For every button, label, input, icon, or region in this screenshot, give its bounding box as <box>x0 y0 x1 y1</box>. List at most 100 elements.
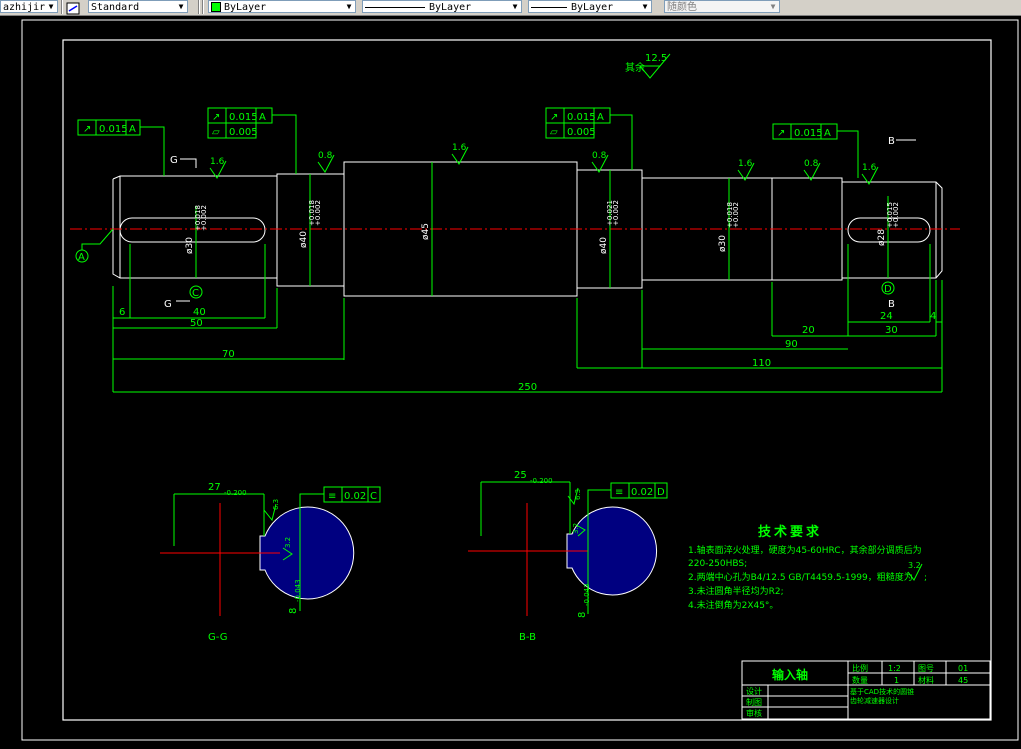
svg-text:B: B <box>888 136 895 147</box>
inner-border <box>62 39 992 721</box>
svg-text:0.02: 0.02 <box>344 491 366 502</box>
svg-text:3.2: 3.2 <box>572 523 580 534</box>
svg-text:↗: ↗ <box>777 128 785 139</box>
plot-style-select[interactable]: 随颜色 ▼ <box>664 0 780 13</box>
text-style-select[interactable]: azhijir ▼ <box>0 0 58 13</box>
svg-text:45: 45 <box>958 676 968 685</box>
svg-text:A: A <box>597 112 604 123</box>
title-block: 输入轴 比例 1:2 数量 1 图号 01 材料 45 设计 制图 审核 基于C… <box>741 660 991 720</box>
tolerance-frame: ↗ 0.015 A <box>77 119 165 176</box>
datum-a: A <box>75 228 114 263</box>
svg-text:C: C <box>192 288 199 299</box>
svg-text:比例: 比例 <box>852 663 868 673</box>
dim-style-select[interactable]: Standard ▼ <box>88 0 188 13</box>
svg-text:70: 70 <box>222 349 235 360</box>
svg-text:27: 27 <box>208 482 221 493</box>
svg-text:ø45: ø45 <box>421 223 431 240</box>
general-roughness-note: 其余 12.5 <box>625 53 671 79</box>
svg-text:ø40: ø40 <box>299 231 309 248</box>
svg-text:材料: 材料 <box>918 675 934 685</box>
svg-text:4: 4 <box>930 311 936 322</box>
svg-text:≡: ≡ <box>615 487 623 498</box>
svg-text:设计: 设计 <box>746 686 762 696</box>
chevron-down-icon: ▼ <box>346 2 352 11</box>
datum-c: C <box>189 285 203 299</box>
tolerance-frame: ↗ 0.015 A <box>772 123 859 178</box>
project-title: 基于CAD技术的圆锥齿轮减速器设计 <box>850 688 915 705</box>
svg-text:B: B <box>888 299 895 310</box>
chevron-down-icon: ▼ <box>770 2 776 11</box>
svg-text:-0.200: -0.200 <box>530 477 553 485</box>
svg-text:50: 50 <box>190 318 203 329</box>
svg-text:+0.002: +0.002 <box>314 200 322 226</box>
chevron-down-icon: ▼ <box>642 2 648 11</box>
toolbar-separator <box>202 0 204 14</box>
svg-text:1.6: 1.6 <box>452 143 467 153</box>
svg-text:2.两端中心孔为B4/12.5 GB/T4459.5-199: 2.两端中心孔为B4/12.5 GB/T4459.5-1999，粗糙度为 <box>688 571 913 583</box>
diameter-labels: ø30 ø40 ø45 ø40 ø30 ø28 <box>185 223 887 254</box>
svg-text:↗: ↗ <box>83 124 91 135</box>
svg-text:1.6: 1.6 <box>862 163 877 173</box>
svg-text:图号: 图号 <box>918 664 934 673</box>
svg-text:3.2: 3.2 <box>908 561 921 570</box>
svg-text:40: 40 <box>193 307 206 318</box>
svg-text:ø30: ø30 <box>718 235 728 252</box>
dimension-texts: 6 40 50 70 250 110 90 20 24 30 4 <box>119 307 936 393</box>
svg-text:+0.002: +0.002 <box>732 202 740 228</box>
color-select[interactable]: ByLayer ▼ <box>208 0 356 13</box>
svg-text:+0.002: +0.002 <box>892 202 900 228</box>
svg-text:25: 25 <box>514 470 527 481</box>
svg-text:1.6: 1.6 <box>738 159 753 169</box>
svg-text:6.3: 6.3 <box>272 499 280 510</box>
svg-text:A: A <box>824 128 831 139</box>
svg-text:250: 250 <box>518 382 537 393</box>
dim-style-icon[interactable] <box>66 0 80 15</box>
roughness-mark: 0.8 <box>591 151 609 173</box>
svg-text:3.2: 3.2 <box>284 537 292 548</box>
svg-text:▱: ▱ <box>550 127 558 138</box>
svg-text:-0.043: -0.043 <box>294 579 302 602</box>
svg-text:↗: ↗ <box>212 112 220 123</box>
svg-text:4.未注倒角为2X45°。: 4.未注倒角为2X45°。 <box>688 599 778 611</box>
linetype-sample <box>365 6 425 8</box>
svg-text:30: 30 <box>885 325 898 336</box>
svg-text:;: ; <box>924 573 927 583</box>
section-g-g: 27 -0.200 ≡ 0.02 C 6.3 3.2 8 -0.043 G-G <box>160 482 381 643</box>
svg-text:-0.043: -0.043 <box>583 583 591 606</box>
svg-text:G: G <box>164 299 172 310</box>
tolerance-frame: ↗ 0.015 A ▱ 0.005 <box>545 107 633 170</box>
chevron-down-icon: ▼ <box>48 2 54 11</box>
svg-text:1: 1 <box>894 676 899 685</box>
svg-text:G: G <box>170 155 178 166</box>
svg-text:0.8: 0.8 <box>592 151 607 161</box>
datum-d: D <box>881 281 895 295</box>
svg-text:G-G: G-G <box>208 632 227 643</box>
chevron-down-icon: ▼ <box>178 2 184 11</box>
svg-text:+0.002: +0.002 <box>612 200 620 226</box>
cad-drawing: 其余 12.5 6 40 50 70 250 110 90 20 24 30 4… <box>21 19 1019 741</box>
roughness-mark: 1.6 <box>737 159 755 181</box>
lineweight-select[interactable]: ByLayer ▼ <box>528 0 652 13</box>
svg-text:D: D <box>884 284 892 295</box>
roughness-mark: 0.8 <box>317 151 335 173</box>
drawing-canvas[interactable]: 其余 12.5 6 40 50 70 250 110 90 20 24 30 4… <box>0 16 1021 745</box>
roughness-mark: 1.6 <box>861 163 879 185</box>
svg-text:0.015: 0.015 <box>229 112 258 123</box>
dimension-lines <box>112 162 943 393</box>
properties-toolbar: azhijir ▼ Standard ▼ ByLayer ▼ ByLayer ▼… <box>0 0 1021 16</box>
layer-color-swatch <box>211 2 221 12</box>
linetype-select[interactable]: ByLayer ▼ <box>362 0 522 13</box>
svg-text:A: A <box>129 124 136 135</box>
svg-text:ø30: ø30 <box>185 237 195 254</box>
svg-text:其余: 其余 <box>625 61 645 74</box>
svg-text:0.8: 0.8 <box>804 159 819 169</box>
svg-text:110: 110 <box>752 358 771 369</box>
svg-text:ø28: ø28 <box>877 229 887 246</box>
lineweight-sample <box>531 6 567 8</box>
svg-text:制图: 制图 <box>746 697 762 707</box>
svg-text:1.轴表面淬火处理，硬度为45-60HRC，其余部分调质后为: 1.轴表面淬火处理，硬度为45-60HRC，其余部分调质后为 <box>688 544 922 556</box>
svg-text:≡: ≡ <box>328 491 336 502</box>
technical-requirements: 技术要求 1.轴表面淬火处理，硬度为45-60HRC，其余部分调质后为 220-… <box>688 524 927 611</box>
svg-text:8: 8 <box>288 608 299 614</box>
svg-text:01: 01 <box>958 664 968 673</box>
